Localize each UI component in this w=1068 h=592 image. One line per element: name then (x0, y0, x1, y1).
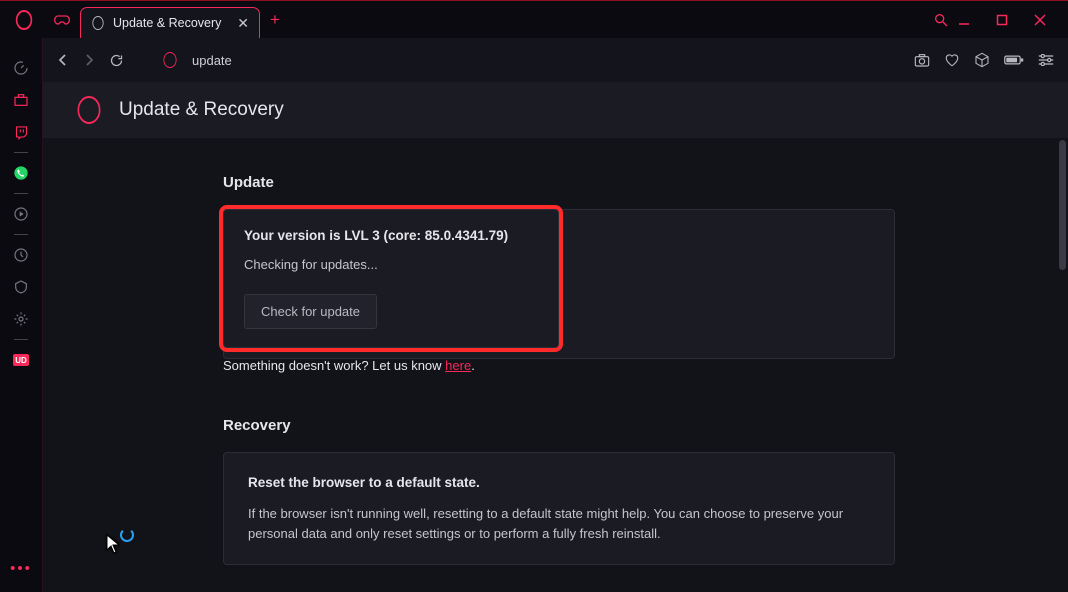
sidebar-item-update[interactable]: UD (0, 344, 42, 376)
recovery-card: Reset the browser to a default state. If… (223, 452, 895, 565)
check-for-update-button[interactable]: Check for update (244, 294, 377, 329)
gx-corner-button[interactable] (48, 4, 76, 36)
sidebar-separator (14, 339, 28, 340)
opera-o-icon (78, 96, 101, 124)
tab-favicon-opera-icon (92, 16, 103, 30)
sidebar-separator (14, 234, 28, 235)
close-window-button[interactable] (1034, 14, 1050, 26)
recovery-line1: Reset the browser to a default state. (248, 475, 870, 490)
maximize-button[interactable] (996, 14, 1012, 26)
close-tab-button[interactable]: ✕ (237, 15, 249, 32)
battery-button[interactable] (1004, 54, 1024, 66)
minimize-button[interactable] (958, 14, 974, 26)
content-area: update Update & Recovery Update Your ver… (42, 38, 1068, 592)
extensions-cube-button[interactable] (974, 52, 990, 68)
feedback-prefix: Something doesn't work? Let us know (223, 358, 445, 373)
section-title-update: Update (223, 174, 1068, 191)
sidebar: UD ••• (0, 38, 42, 592)
section-title-recovery: Recovery (223, 417, 1068, 434)
sidebar-item-mods[interactable] (0, 271, 42, 303)
sidebar-item-speedometer[interactable] (0, 52, 42, 84)
feedback-suffix: . (471, 358, 475, 373)
titlebar: Update & Recovery ✕ + (0, 0, 1068, 38)
window-controls (958, 14, 1068, 26)
sidebar-item-deals[interactable] (0, 84, 42, 116)
sidebar-item-settings[interactable] (0, 303, 42, 335)
feedback-link[interactable]: here (445, 358, 471, 373)
gamepad-icon (54, 14, 70, 26)
sidebar-separator (14, 193, 28, 194)
sidebar-item-whatsapp[interactable] (0, 157, 42, 189)
sidebar-item-twitch[interactable] (0, 116, 42, 148)
feedback-line: Something doesn't work? Let us know here… (223, 358, 1068, 373)
browser-tab[interactable]: Update & Recovery ✕ (80, 7, 260, 39)
loading-spinner-icon (120, 528, 134, 542)
address-input[interactable]: update (192, 53, 232, 68)
version-text: Your version is LVL 3 (core: 85.0.4341.7… (244, 228, 538, 243)
tab-title: Update & Recovery (113, 16, 221, 30)
recovery-description: If the browser isn't running well, reset… (248, 504, 858, 544)
forward-button[interactable] (83, 54, 95, 66)
scrollbar-thumb[interactable] (1059, 140, 1066, 270)
back-button[interactable] (57, 54, 69, 66)
sidebar-item-player[interactable] (0, 198, 42, 230)
page-body: Update Your version is LVL 3 (core: 85.0… (43, 138, 1068, 592)
new-tab-button[interactable]: + (260, 10, 290, 30)
sidebar-item-history[interactable] (0, 239, 42, 271)
toolbar: update (43, 38, 1068, 82)
bookmarks-heart-button[interactable] (944, 53, 960, 67)
page-title: Update & Recovery (119, 99, 284, 121)
snapshot-button[interactable] (914, 53, 930, 67)
app-menu-button[interactable] (0, 1, 48, 39)
update-status-card: Your version is LVL 3 (core: 85.0.4341.7… (223, 209, 559, 348)
sidebar-separator (14, 152, 28, 153)
search-button[interactable] (924, 4, 958, 36)
sidebar-more-button[interactable]: ••• (0, 552, 42, 584)
easy-setup-button[interactable] (1038, 54, 1054, 66)
reload-button[interactable] (109, 53, 124, 68)
update-badge-icon: UD (13, 354, 29, 366)
site-identity-opera-icon[interactable] (163, 52, 176, 68)
opera-o-icon (16, 10, 32, 30)
page-header: Update & Recovery (43, 82, 1068, 138)
update-status-text: Checking for updates... (244, 257, 538, 272)
